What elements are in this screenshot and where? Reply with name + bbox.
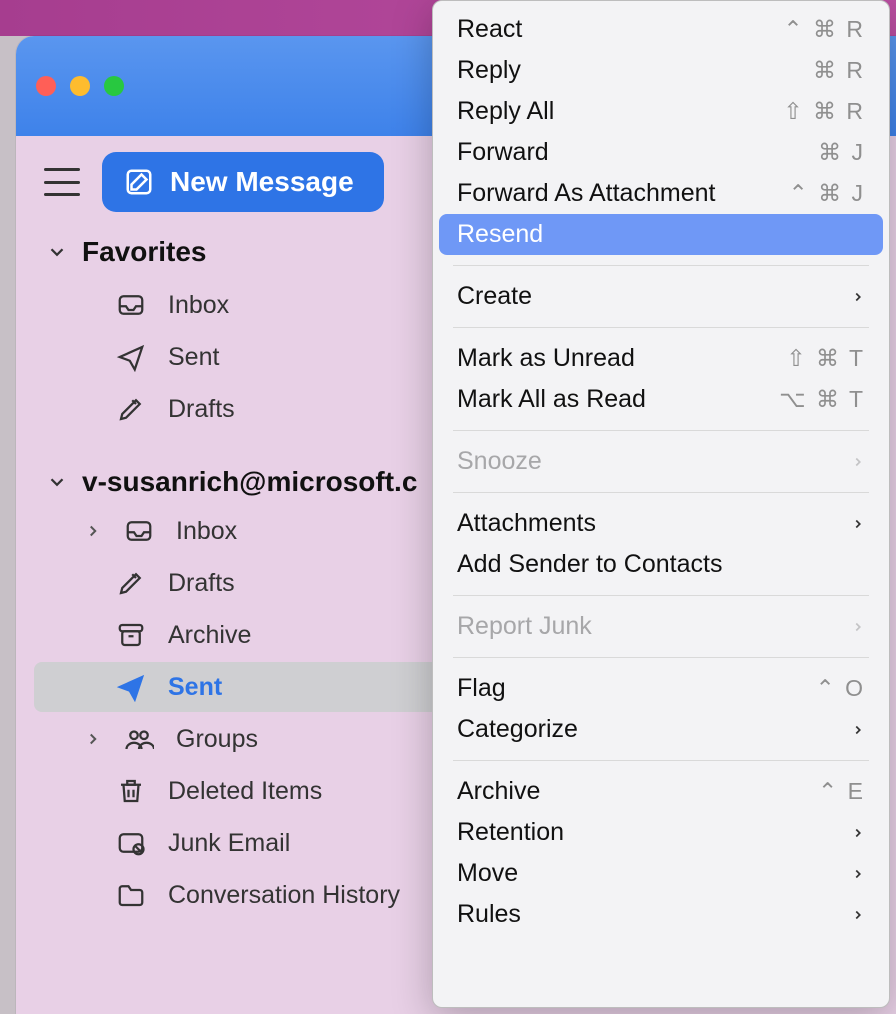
menu-item-label: Forward: [457, 138, 549, 167]
submenu-arrow-icon: [851, 900, 865, 929]
menu-item-flag[interactable]: Flag ⌃ O: [439, 668, 883, 709]
menu-separator: [453, 595, 869, 596]
favorites-label: Favorites: [82, 236, 207, 268]
archive-icon: [116, 620, 146, 650]
menu-item-react[interactable]: React ⌃ ⌘ R: [439, 9, 883, 50]
drafts-icon: [116, 568, 146, 598]
menu-item-categorize[interactable]: Categorize: [439, 709, 883, 750]
account-label: v-susanrich@microsoft.c: [82, 466, 417, 498]
menu-item-label: Resend: [457, 220, 543, 249]
menu-item-label: Mark All as Read: [457, 385, 646, 414]
submenu-arrow-icon: [851, 612, 865, 641]
inbox-icon: [116, 290, 146, 320]
menu-item-mark-as-unread[interactable]: Mark as Unread ⇧ ⌘ T: [439, 338, 883, 379]
context-menu: React ⌃ ⌘ R Reply ⌘ R Reply All ⇧ ⌘ R Forward ⌘…: [432, 0, 890, 1008]
menu-item-label: Flag: [457, 674, 506, 703]
submenu-arrow-icon: [851, 818, 865, 847]
menu-item-retention[interactable]: Retention: [439, 812, 883, 853]
menu-shortcut: ⇧ ⌘ T: [786, 345, 865, 372]
window-controls: [36, 76, 124, 96]
menu-item-label: Add Sender to Contacts: [457, 550, 722, 579]
menu-shortcut: ⌘ J: [818, 139, 865, 166]
junk-icon: [116, 828, 146, 858]
menu-item-report-junk: Report Junk: [439, 606, 883, 647]
menu-shortcut: ⌃ E: [818, 778, 865, 805]
menu-item-rules[interactable]: Rules: [439, 894, 883, 935]
inbox-icon: [124, 516, 154, 546]
menu-item-add-sender-to-contacts[interactable]: Add Sender to Contacts: [439, 544, 883, 585]
folder-label: Sent: [168, 343, 219, 372]
menu-item-forward-as-attachment[interactable]: Forward As Attachment ⌃ ⌘ J: [439, 173, 883, 214]
submenu-arrow-icon: [851, 509, 865, 538]
sent-icon: [116, 342, 146, 372]
menu-item-label: Reply All: [457, 97, 554, 126]
menu-item-reply-all[interactable]: Reply All ⇧ ⌘ R: [439, 91, 883, 132]
chevron-down-icon: [46, 241, 68, 263]
menu-item-attachments[interactable]: Attachments: [439, 503, 883, 544]
menu-separator: [453, 657, 869, 658]
menu-item-label: Report Junk: [457, 612, 592, 641]
compose-icon: [124, 167, 154, 197]
menu-item-label: Archive: [457, 777, 540, 806]
menu-item-label: React: [457, 15, 522, 44]
chevron-right-icon[interactable]: [84, 730, 102, 748]
menu-item-forward[interactable]: Forward ⌘ J: [439, 132, 883, 173]
folder-label: Drafts: [168, 569, 235, 598]
menu-separator: [453, 760, 869, 761]
menu-shortcut: ⌃ ⌘ R: [783, 16, 865, 43]
sent-icon: [116, 672, 146, 702]
menu-shortcut: ⇧ ⌘ R: [783, 98, 865, 125]
menu-separator: [453, 492, 869, 493]
drafts-icon: [116, 394, 146, 424]
menu-separator: [453, 327, 869, 328]
menu-separator: [453, 265, 869, 266]
menu-item-move[interactable]: Move: [439, 853, 883, 894]
menu-item-snooze: Snooze: [439, 441, 883, 482]
chevron-down-icon: [46, 471, 68, 493]
menu-item-label: Retention: [457, 818, 564, 847]
menu-item-label: Attachments: [457, 509, 596, 538]
folder-label: Drafts: [168, 395, 235, 424]
menu-item-mark-all-as-read[interactable]: Mark All as Read ⌥ ⌘ T: [439, 379, 883, 420]
menu-shortcut: ⌃ O: [815, 675, 865, 702]
menu-item-label: Rules: [457, 900, 521, 929]
chevron-right-icon[interactable]: [84, 522, 102, 540]
folder-label: Inbox: [176, 517, 237, 546]
submenu-arrow-icon: [851, 859, 865, 888]
fullscreen-window-button[interactable]: [104, 76, 124, 96]
menu-item-label: Categorize: [457, 715, 578, 744]
menu-item-label: Create: [457, 282, 532, 311]
menu-item-label: Mark as Unread: [457, 344, 635, 373]
folder-label: Inbox: [168, 291, 229, 320]
menu-shortcut: ⌥ ⌘ T: [779, 386, 865, 413]
menu-shortcut: ⌃ ⌘ J: [788, 180, 865, 207]
folder-label: Deleted Items: [168, 777, 322, 806]
folder-label: Groups: [176, 725, 258, 754]
folder-label: Conversation History: [168, 881, 400, 910]
folder-label: Sent: [168, 673, 222, 702]
hamburger-menu-button[interactable]: [44, 168, 80, 196]
menu-item-reply[interactable]: Reply ⌘ R: [439, 50, 883, 91]
menu-item-resend[interactable]: Resend: [439, 214, 883, 255]
trash-icon: [116, 776, 146, 806]
close-window-button[interactable]: [36, 76, 56, 96]
submenu-arrow-icon: [851, 715, 865, 744]
menu-item-label: Move: [457, 859, 518, 888]
folder-label: Archive: [168, 621, 251, 650]
new-message-label: New Message: [170, 166, 354, 198]
menu-item-archive[interactable]: Archive ⌃ E: [439, 771, 883, 812]
new-message-button[interactable]: New Message: [102, 152, 384, 212]
menu-item-create[interactable]: Create: [439, 276, 883, 317]
menu-shortcut: ⌘ R: [813, 57, 865, 84]
minimize-window-button[interactable]: [70, 76, 90, 96]
folder-label: Junk Email: [168, 829, 290, 858]
menu-item-label: Reply: [457, 56, 521, 85]
submenu-arrow-icon: [851, 282, 865, 311]
submenu-arrow-icon: [851, 447, 865, 476]
menu-item-label: Forward As Attachment: [457, 179, 715, 208]
menu-separator: [453, 430, 869, 431]
menu-item-label: Snooze: [457, 447, 542, 476]
folder-icon: [116, 880, 146, 910]
groups-icon: [124, 724, 154, 754]
